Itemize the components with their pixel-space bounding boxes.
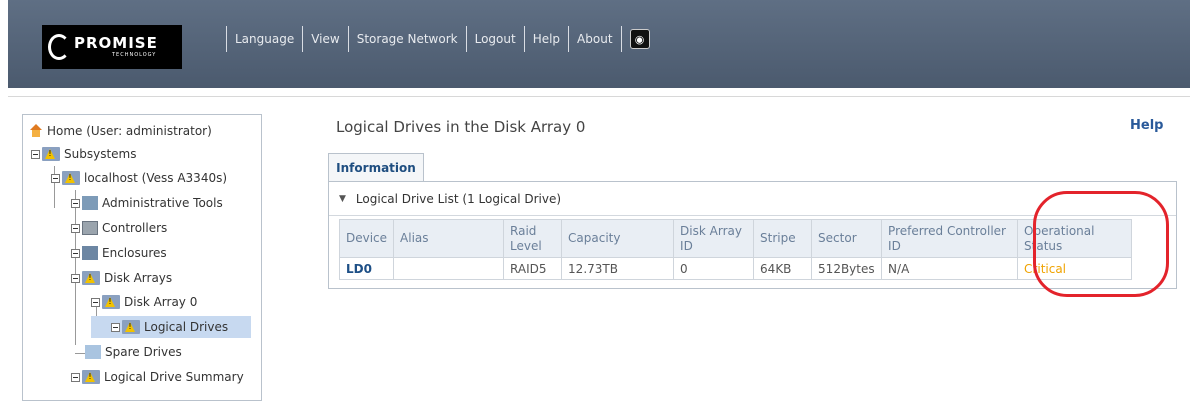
globe-icon[interactable]: ◉: [629, 29, 650, 49]
expand-icon[interactable]: [71, 372, 80, 382]
tree-label: Home (User: administrator): [47, 124, 212, 138]
house-icon: [29, 124, 43, 138]
cell-capacity: 12.73TB: [561, 257, 675, 280]
logical-drive-warning-icon: [122, 320, 140, 334]
tree-item-controllers[interactable]: Controllers: [71, 217, 167, 239]
nav-language[interactable]: Language: [235, 32, 294, 46]
tree-label: localhost (Vess A3340s): [84, 171, 228, 185]
tree-item-disk-arrays[interactable]: Disk Arrays: [71, 267, 172, 289]
tree-item-enclosures[interactable]: Enclosures: [71, 242, 167, 264]
disk-array-icon: [82, 271, 100, 285]
expand-icon[interactable]: [71, 248, 80, 258]
logical-drive-table: Device Alias Raid Level Capacity Disk Ar…: [338, 219, 1133, 280]
cell-alias: [393, 257, 505, 280]
column-header-raid-level[interactable]: Raid Level: [503, 219, 563, 258]
subsystem-icon: [62, 171, 80, 185]
nav-view[interactable]: View: [311, 32, 339, 46]
expand-icon[interactable]: [71, 198, 80, 208]
brand-name: PROMISE: [74, 34, 158, 52]
tree-label: Subsystems: [64, 147, 137, 161]
subsystem-icon: [42, 147, 60, 161]
promise-logo-mark: [48, 34, 70, 60]
tools-icon: [82, 196, 98, 210]
panel-header[interactable]: ▼ Logical Drive List (1 Logical Drive): [329, 182, 1176, 216]
help-link[interactable]: Help: [1130, 118, 1163, 133]
tree-label: Spare Drives: [105, 345, 182, 359]
promise-logo: PROMISE TECHNOLOGY: [42, 25, 182, 69]
collapse-icon[interactable]: [51, 173, 60, 183]
logical-drive-list-panel: ▼ Logical Drive List (1 Logical Drive) D…: [328, 181, 1177, 289]
tree-item-home[interactable]: Home (User: administrator): [29, 120, 212, 142]
tree-item-administrative-tools[interactable]: Administrative Tools: [71, 192, 223, 214]
collapse-icon[interactable]: [31, 149, 40, 159]
header-divider: [8, 96, 1190, 97]
column-header-alias[interactable]: Alias: [393, 219, 505, 258]
enclosure-icon: [82, 246, 98, 260]
cell-raid-level: RAID5: [503, 257, 563, 280]
logical-drive-summary-icon: [82, 370, 100, 384]
tree-label: Disk Array 0: [124, 295, 198, 309]
column-header-sector[interactable]: Sector: [811, 219, 883, 258]
cell-stripe: 64KB: [753, 257, 813, 280]
table-header-row: Device Alias Raid Level Capacity Disk Ar…: [338, 219, 1133, 258]
page-title: Logical Drives in the Disk Array 0: [336, 118, 586, 136]
column-header-preferred-controller-id[interactable]: Preferred Controller ID: [881, 219, 1019, 258]
tree-label: Logical Drive Summary: [104, 370, 244, 384]
table-row[interactable]: LD0 RAID5 12.73TB 0 64KB 512Bytes N/A Cr…: [338, 257, 1133, 280]
collapse-icon[interactable]: [71, 273, 80, 283]
tree-item-disk-array-0[interactable]: Disk Array 0: [91, 291, 197, 313]
nav-separator: [523, 26, 525, 52]
tree-item-subsystems[interactable]: Subsystems: [31, 143, 136, 165]
panel-title: Logical Drive List (1 Logical Drive): [355, 191, 562, 206]
column-header-capacity[interactable]: Capacity: [561, 219, 675, 258]
cell-device-link[interactable]: LD0: [338, 257, 395, 280]
tree-item-localhost[interactable]: localhost (Vess A3340s): [51, 167, 227, 189]
nav-about[interactable]: About: [577, 32, 612, 46]
nav-separator: [620, 26, 622, 52]
column-header-device[interactable]: Device: [338, 219, 395, 258]
collapse-icon[interactable]: [91, 297, 100, 307]
nav-separator: [302, 26, 304, 52]
cell-disk-array-id: 0: [673, 257, 755, 280]
nav-separator: [226, 26, 227, 52]
collapse-triangle-icon[interactable]: ▼: [339, 194, 346, 204]
nav-storage-network[interactable]: Storage Network: [357, 32, 458, 46]
tree-label: Enclosures: [102, 246, 167, 260]
nav-help[interactable]: Help: [533, 32, 560, 46]
brand-subtitle: TECHNOLOGY: [112, 52, 157, 58]
nav-separator: [568, 26, 570, 52]
tree-label: Administrative Tools: [102, 196, 223, 210]
column-header-operational-status[interactable]: Operational Status: [1017, 219, 1133, 258]
tree-item-spare-drives[interactable]: Spare Drives: [85, 341, 182, 363]
top-banner: PROMISE TECHNOLOGY Language View Storage…: [8, 0, 1190, 88]
disk-array-icon: [102, 295, 120, 309]
tree-label: Disk Arrays: [104, 271, 173, 285]
expand-icon[interactable]: [111, 322, 120, 332]
top-navigation: Language View Storage Network Logout Hel…: [218, 24, 650, 54]
tree-label: Logical Drives: [144, 320, 229, 334]
tree-label: Controllers: [102, 221, 168, 235]
navigation-tree: Home (User: administrator) Subsystems lo…: [22, 114, 262, 401]
nav-separator: [347, 26, 349, 52]
controller-icon: [82, 221, 98, 235]
tab-information[interactable]: Information: [328, 153, 424, 181]
tree-item-logical-drive-summary[interactable]: Logical Drive Summary: [71, 366, 244, 388]
cell-preferred-controller-id: N/A: [881, 257, 1019, 280]
spare-drive-icon: [85, 345, 101, 359]
nav-separator: [465, 26, 467, 52]
column-header-disk-array-id[interactable]: Disk Array ID: [673, 219, 755, 258]
cell-sector: 512Bytes: [811, 257, 883, 280]
cell-operational-status: Critical: [1017, 257, 1133, 280]
tree-item-logical-drives[interactable]: Logical Drives: [91, 316, 251, 338]
expand-icon[interactable]: [71, 223, 80, 233]
nav-logout[interactable]: Logout: [475, 32, 516, 46]
column-header-stripe[interactable]: Stripe: [753, 219, 813, 258]
